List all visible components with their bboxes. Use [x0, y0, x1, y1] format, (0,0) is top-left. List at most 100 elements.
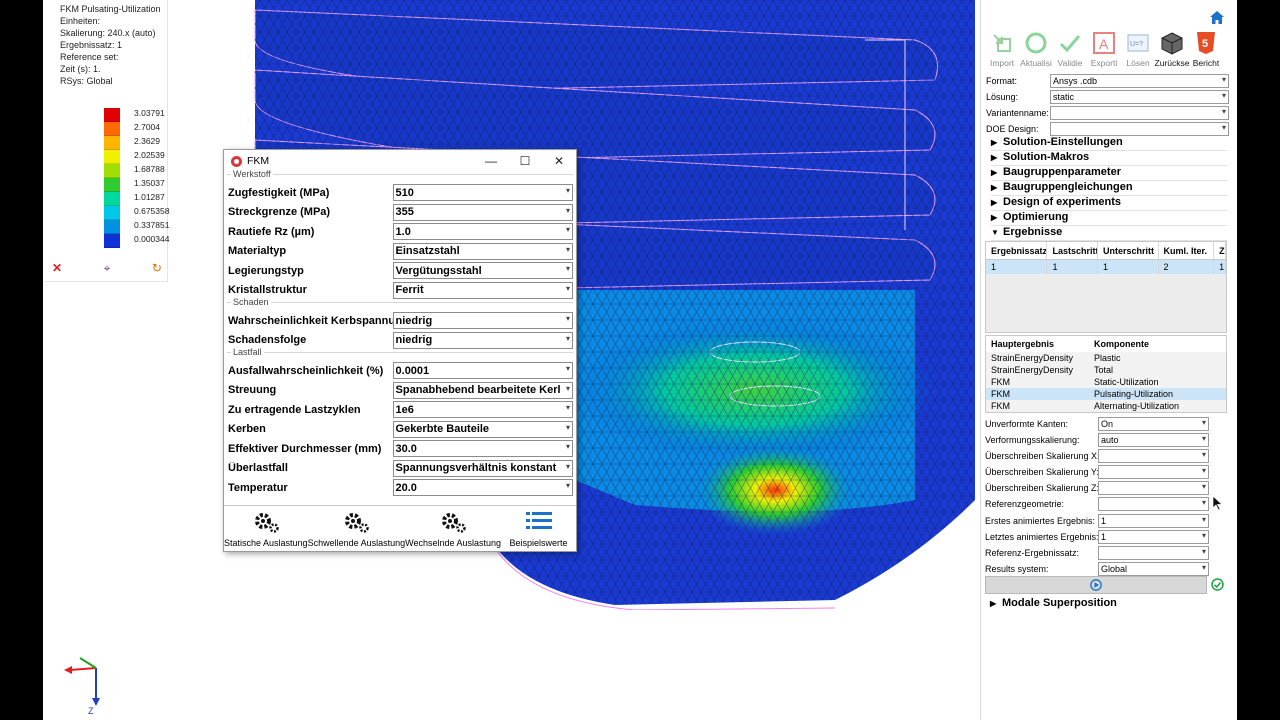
- table-cell: 1: [1047, 260, 1099, 274]
- alloy-type-select[interactable]: Vergütungsstahl ▾: [392, 262, 573, 280]
- section-modal-superposition[interactable]: ▶ Modale Superposition: [990, 597, 1117, 609]
- notches-select[interactable]: Gekerbte Bauteile ▾: [392, 420, 573, 438]
- solution-row: Lösung: static ▾: [986, 89, 1229, 104]
- close-icon[interactable]: ✕: [52, 262, 62, 274]
- import-button[interactable]: Import: [985, 30, 1019, 68]
- validate-button[interactable]: Validie: [1053, 30, 1087, 68]
- chevron-down-icon: ▾: [565, 442, 570, 452]
- alternating-utilization-button[interactable]: Wechselnde Auslastung: [405, 506, 501, 551]
- column-header[interactable]: Ergebnissatz: [986, 242, 1048, 259]
- scatter-select[interactable]: Spanabhebend bearbeitete Kerl ▾: [392, 381, 573, 399]
- format-select[interactable]: Ansys .cdb ▾: [1050, 73, 1229, 88]
- pulsating-utilization-button[interactable]: Schwellende Auslastung: [308, 506, 405, 551]
- legend-color-4: [104, 164, 120, 178]
- first-animated-select[interactable]: 1 ▾: [1098, 513, 1209, 528]
- list-item[interactable]: FKM Static-Utilization: [986, 376, 1226, 388]
- check-circle-icon[interactable]: [1211, 578, 1224, 591]
- doe-label: DOE Design:: [986, 123, 1039, 134]
- field-label: Ausfallwahrscheinlichkeit (%): [228, 364, 384, 377]
- load-cycles-select[interactable]: 1e6 ▾: [392, 401, 573, 419]
- undeformed-edges-label: Unverformte Kanten:: [985, 418, 1069, 429]
- doe-select[interactable]: ▾: [1050, 121, 1229, 136]
- column-header[interactable]: Ze: [1214, 242, 1226, 259]
- field-row: Effektiver Durchmesser (mm) 30.0 ▾: [227, 439, 573, 459]
- home-icon[interactable]: [1210, 11, 1224, 24]
- results-system-select[interactable]: Global ▾: [1098, 561, 1209, 576]
- crosshair-icon[interactable]: ⌖: [104, 262, 111, 274]
- undeformed-edges-select[interactable]: On ▾: [1098, 416, 1209, 431]
- refresh-icon[interactable]: ↻: [152, 262, 162, 274]
- section-solution-macros[interactable]: ▶ Solution-Makros: [991, 151, 1227, 166]
- last-animated-select[interactable]: 1 ▾: [1098, 529, 1209, 544]
- view-row: Unverformte Kanten: On ▾: [985, 416, 1209, 431]
- scale-z-select[interactable]: ▾: [1098, 480, 1209, 495]
- fkm-titlebar[interactable]: FKM — ☐ ✕: [224, 150, 576, 172]
- legend-color-3: [104, 150, 120, 164]
- report-button[interactable]: 5 Bericht: [1189, 30, 1223, 68]
- overload-case-select[interactable]: Spannungsverhältnis konstant ▾: [392, 459, 573, 477]
- legend-rsys: RSys: Global: [60, 76, 113, 86]
- group-title: Werkstoff: [231, 169, 273, 179]
- minimize-icon[interactable]: —: [474, 154, 508, 168]
- play-animation-button[interactable]: [985, 576, 1207, 594]
- example-values-button[interactable]: Beispielswerte: [501, 506, 576, 551]
- variant-label: Variantenname:: [986, 107, 1049, 118]
- chevron-down-icon: ▾: [565, 225, 570, 235]
- field-label: Wahrscheinlichkeit Kerbspannu: [228, 314, 393, 327]
- failure-probability-select[interactable]: 0.0001 ▾: [392, 362, 573, 380]
- section-solution-settings[interactable]: ▶ Solution-Einstellungen: [991, 136, 1227, 151]
- list-item-selected[interactable]: FKM Pulsating-Utilization: [986, 388, 1226, 400]
- maximize-icon[interactable]: ☐: [508, 154, 542, 168]
- update-button[interactable]: Aktualisi: [1019, 30, 1053, 68]
- solution-select[interactable]: static ▾: [1050, 89, 1229, 104]
- column-header[interactable]: Kuml. Iter.: [1159, 242, 1215, 259]
- list-item[interactable]: StrainEnergyDensity Plastic: [986, 352, 1226, 364]
- chevron-down-icon: ▾: [1201, 481, 1206, 491]
- legend-color-2: [104, 136, 120, 150]
- group-schaden: Schaden Wahrscheinlichkeit Kerbspannu ni…: [227, 297, 573, 350]
- column-header[interactable]: Unterschritt: [1098, 242, 1159, 259]
- reference-geometry-select[interactable]: ▾: [1098, 496, 1209, 511]
- section-assembly-equations[interactable]: ▶ Baugruppengleichungen: [991, 181, 1227, 196]
- list-header: Hauptergebnis Komponente: [986, 336, 1226, 352]
- damage-consequence-select[interactable]: niedrig ▾: [392, 331, 573, 349]
- chevron-down-icon: ▾: [1201, 465, 1206, 475]
- main-result-list[interactable]: Hauptergebnis Komponente StrainEnergyDen…: [985, 335, 1227, 413]
- reset-button[interactable]: Zurückse: [1155, 30, 1189, 68]
- notch-stress-probability-select[interactable]: niedrig ▾: [392, 312, 573, 330]
- table-row[interactable]: 1 1 1 2 1.: [986, 260, 1226, 274]
- chevron-down-icon: ▾: [1201, 546, 1206, 556]
- static-utilization-button[interactable]: Statische Auslastung: [224, 506, 308, 551]
- field-label: Materialtyp: [228, 245, 287, 258]
- section-optimization[interactable]: ▶ Optimierung: [991, 211, 1227, 226]
- solve-button[interactable]: U=? Lösen: [1121, 30, 1155, 68]
- chevron-down-icon: ▾: [1201, 497, 1206, 507]
- deformation-scaling-select[interactable]: auto ▾: [1098, 432, 1209, 447]
- tensile-strength-select[interactable]: 510 ▾: [392, 184, 573, 202]
- temperature-select[interactable]: 20.0 ▾: [392, 479, 573, 497]
- material-type-select[interactable]: Einsatzstahl ▾: [392, 242, 573, 260]
- effective-diameter-select[interactable]: 30.0 ▾: [392, 440, 573, 458]
- export-button[interactable]: A Exporti: [1087, 30, 1121, 68]
- import-icon: [993, 34, 1011, 52]
- scale-x-select[interactable]: ▾: [1098, 448, 1209, 463]
- result-set-table[interactable]: Ergebnissatz Lastschritt Unterschritt Ku…: [985, 241, 1227, 333]
- column-header[interactable]: Lastschritt: [1047, 242, 1099, 259]
- yield-strength-select[interactable]: 355 ▾: [392, 203, 573, 221]
- roughness-select[interactable]: 1.0 ▾: [392, 223, 573, 241]
- section-assembly-parameters[interactable]: ▶ Baugruppenparameter: [991, 166, 1227, 181]
- list-item[interactable]: FKM Alternating-Utilization: [986, 400, 1226, 412]
- scale-y-select[interactable]: ▾: [1098, 464, 1209, 479]
- solve-icon: U=?: [1127, 34, 1149, 52]
- crystal-structure-select[interactable]: Ferrit ▾: [392, 281, 573, 299]
- section-doe[interactable]: ▶ Design of experiments: [991, 196, 1227, 211]
- gears-icon: [442, 513, 466, 533]
- svg-text:U=?: U=?: [1130, 41, 1143, 48]
- section-results[interactable]: ▼ Ergebnisse: [991, 226, 1227, 241]
- chevron-down-icon: ▾: [565, 383, 570, 393]
- close-icon[interactable]: ✕: [542, 154, 576, 168]
- fkm-dialog[interactable]: FKM — ☐ ✕ Werkstoff Zugfestigkeit (MPa) …: [223, 149, 577, 552]
- reference-result-set-select[interactable]: ▾: [1098, 545, 1209, 560]
- list-item[interactable]: StrainEnergyDensity Total: [986, 364, 1226, 376]
- variant-select[interactable]: ▾: [1050, 105, 1229, 120]
